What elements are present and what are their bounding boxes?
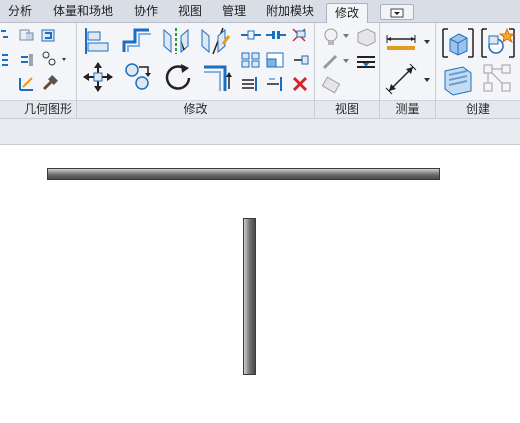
create-parts-icon[interactable] <box>441 63 475 97</box>
ribbon-minimize-button[interactable] <box>380 4 414 20</box>
move-icon[interactable] <box>82 61 114 93</box>
wall-opening-icon[interactable] <box>18 75 36 93</box>
measure-distance-icon[interactable] <box>384 63 418 95</box>
aligned-dimension-icon[interactable] <box>384 29 418 53</box>
tab-manage[interactable]: 管理 <box>214 0 254 22</box>
panel-label-modify: 修改 <box>77 100 314 118</box>
options-bar <box>0 119 520 145</box>
trim-extend-single-icon[interactable] <box>265 75 287 93</box>
tab-analyze[interactable]: 分析 <box>0 0 40 22</box>
offset-icon[interactable] <box>121 26 155 56</box>
tab-massing-site[interactable]: 体量和场地 <box>44 0 122 22</box>
linework-icon[interactable] <box>355 53 377 71</box>
ribbon-tab-bar: 分析 体量和场地 协作 视图 管理 附加模块 修改 <box>0 0 520 24</box>
pin-icon[interactable] <box>290 51 310 69</box>
mirror-draw-axis-icon[interactable] <box>199 26 231 56</box>
cut-profile-icon[interactable] <box>355 27 377 47</box>
create-group-icon[interactable] <box>480 27 516 59</box>
dropdown-arrow-icon[interactable] <box>423 77 431 83</box>
scale-icon[interactable] <box>265 51 287 69</box>
panel-label-view: 视图 <box>315 100 379 118</box>
copy-icon[interactable] <box>123 61 153 93</box>
ribbon: 几何图形 修改 视图 测量 创建 <box>0 23 520 119</box>
panel-geometry: 几何图形 <box>0 23 77 118</box>
hammer-icon[interactable] <box>40 75 58 93</box>
wall-joins-icon[interactable] <box>40 27 58 43</box>
paint-icon[interactable] <box>18 51 36 69</box>
demolish-icon[interactable] <box>40 50 70 68</box>
align-icon[interactable] <box>82 26 112 56</box>
tab-view[interactable]: 视图 <box>170 0 210 22</box>
cut-geometry-icon[interactable] <box>0 27 12 43</box>
demolish-view-icon[interactable] <box>321 75 341 95</box>
panel-label-measure: 测量 <box>380 100 435 118</box>
trim-extend-multiple-icon[interactable] <box>240 75 262 93</box>
wall-horizontal[interactable] <box>47 168 440 180</box>
drawing-canvas[interactable] <box>0 145 520 423</box>
delete-icon[interactable] <box>290 75 310 93</box>
join-geometry-icon[interactable] <box>18 27 36 43</box>
tab-addins[interactable]: 附加模块 <box>258 0 322 22</box>
linework-brush-icon[interactable] <box>321 51 341 71</box>
mirror-pick-axis-icon[interactable] <box>161 26 191 56</box>
wall-vertical[interactable] <box>243 218 256 375</box>
split-face-icon[interactable] <box>0 51 12 69</box>
tab-collaborate[interactable]: 协作 <box>126 0 166 22</box>
trim-extend-corner-icon[interactable] <box>201 61 233 93</box>
dropdown-arrow-icon[interactable] <box>342 33 350 39</box>
dropdown-arrow-icon[interactable] <box>423 39 431 45</box>
panel-view: 视图 <box>315 23 380 118</box>
split-with-gap-icon[interactable] <box>265 27 287 43</box>
split-element-icon[interactable] <box>240 27 262 43</box>
lightbulb-icon[interactable] <box>321 27 341 47</box>
panel-measure: 测量 <box>380 23 436 118</box>
panel-create: 创建 <box>436 23 520 118</box>
panel-label-geometry: 几何图形 <box>0 100 76 118</box>
tab-modify[interactable]: 修改 <box>326 3 368 24</box>
panel-modify: 修改 <box>77 23 315 118</box>
dropdown-arrow-icon[interactable] <box>342 58 350 64</box>
array-icon[interactable] <box>240 51 262 69</box>
panel-toggle-icon <box>390 8 404 18</box>
create-similar-icon[interactable] <box>480 61 516 97</box>
unpin-icon[interactable] <box>290 26 310 44</box>
panel-label-create: 创建 <box>436 100 520 118</box>
rotate-icon[interactable] <box>163 61 193 93</box>
create-assembly-icon[interactable] <box>441 27 475 59</box>
